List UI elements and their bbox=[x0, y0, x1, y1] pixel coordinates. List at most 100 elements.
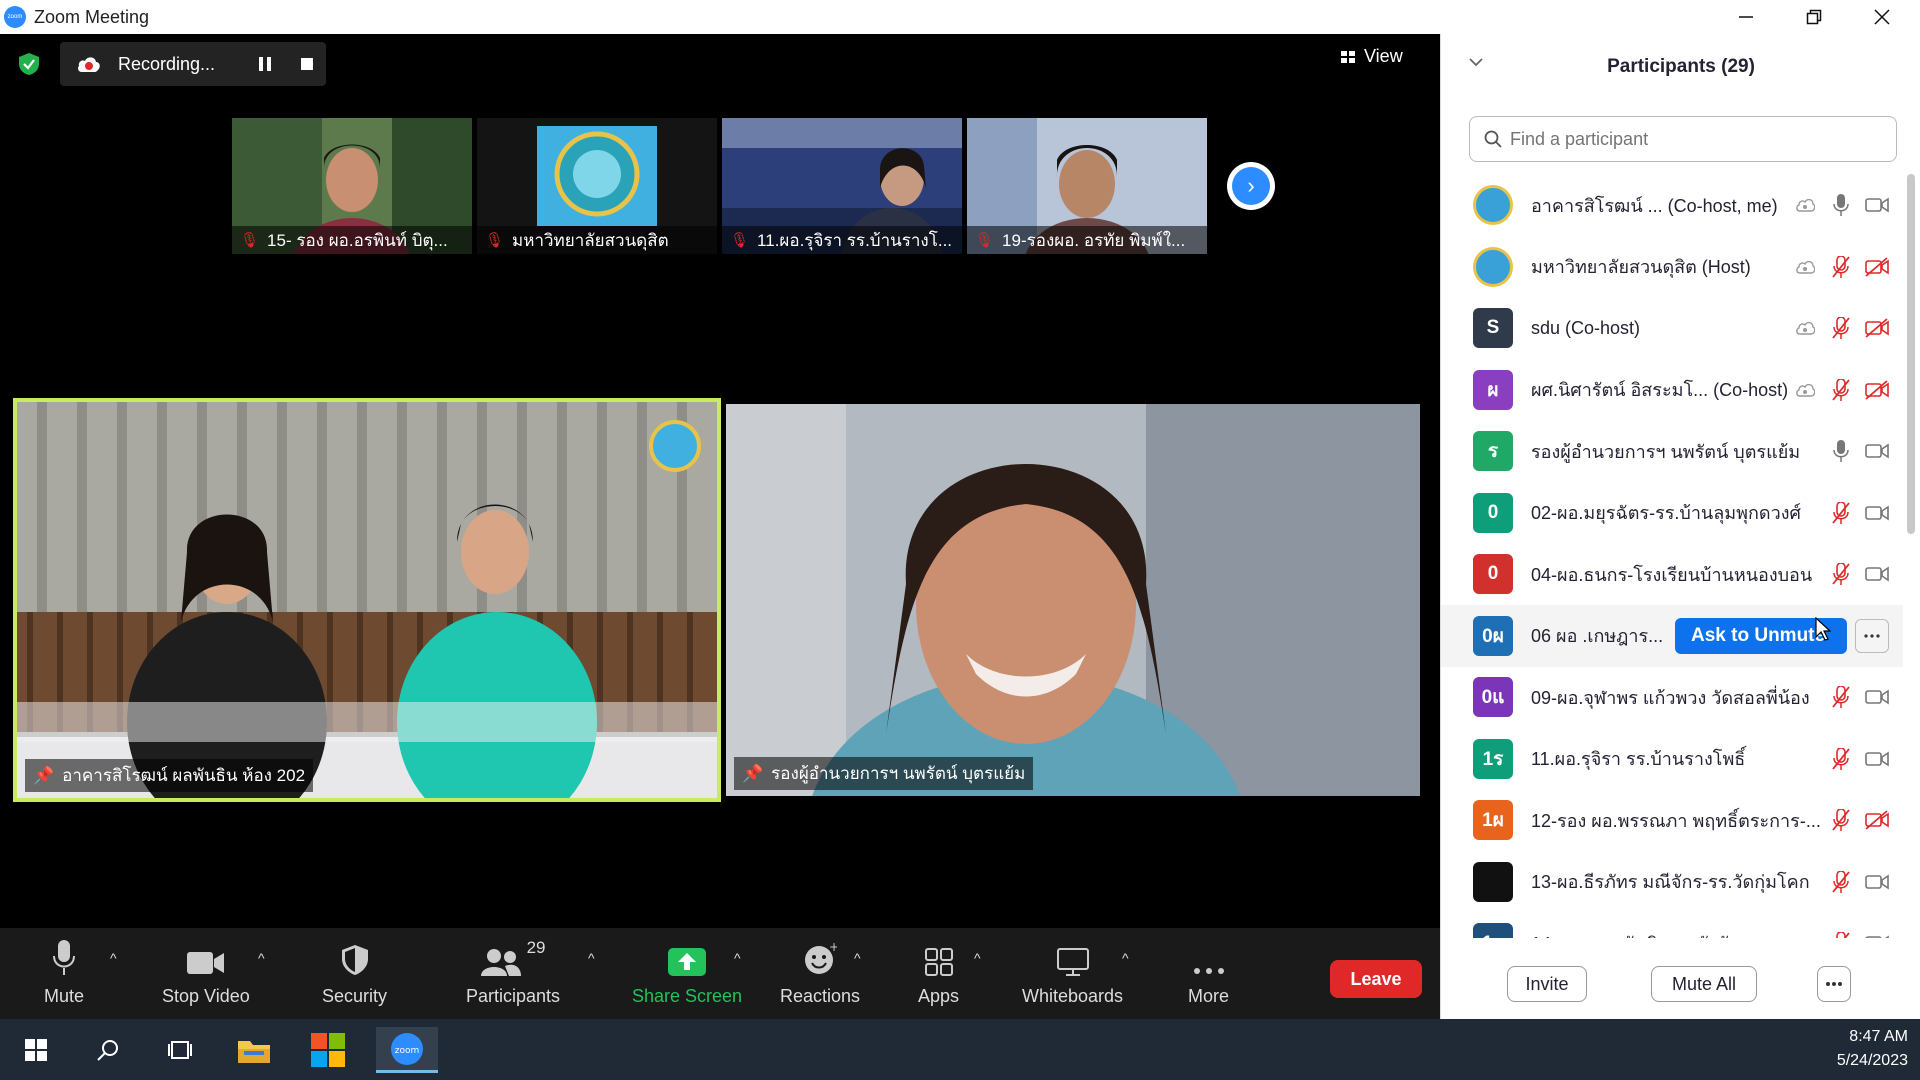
muted-mic-icon: 🎙 bbox=[975, 232, 995, 249]
participant-list-scrollbar[interactable] bbox=[1907, 174, 1915, 534]
stop-recording-button[interactable] bbox=[296, 53, 318, 75]
store-icon bbox=[311, 1033, 345, 1067]
video-thumbnail[interactable]: 🎙 11.ผอ.รุจิรา รร.บ้านรางโ... bbox=[722, 118, 962, 254]
participant-name: รองผู้อำนวยการฯ นพรัตน์ บุตรแย้ม bbox=[1531, 441, 1801, 462]
security-shield-icon bbox=[341, 945, 368, 975]
encryption-shield-icon[interactable] bbox=[18, 52, 40, 76]
participant-more-button[interactable] bbox=[1855, 618, 1889, 653]
folder-icon bbox=[238, 1041, 270, 1063]
video-options-caret[interactable]: ^ bbox=[258, 950, 265, 966]
muted-microphone-icon bbox=[1832, 501, 1850, 524]
participant-row[interactable]: Ssdu (Co-host) bbox=[1441, 297, 1903, 359]
participant-row[interactable]: 0 02-ผอ.มยุรฉัตร-รร.บ้านลุมพุกดวงศ์ bbox=[1441, 482, 1903, 544]
participant-row[interactable]: 13-ผอ.ธีรภัทร มณีจักร-รร.วัดกุ่มโคก bbox=[1441, 851, 1903, 913]
recording-bar: Recording... bbox=[60, 42, 326, 86]
stop-video-button[interactable]: Stop Video bbox=[162, 936, 250, 1007]
video-thumbnail[interactable]: 🎙 มหาวิทยาลัยสวนดุสิต bbox=[477, 118, 717, 254]
next-page-button[interactable]: › bbox=[1227, 162, 1275, 210]
whiteboards-options-caret[interactable]: ^ bbox=[1122, 950, 1129, 966]
reactions-button[interactable]: + Reactions bbox=[780, 936, 860, 1007]
cloud-recording-icon bbox=[1796, 260, 1815, 274]
system-clock[interactable]: 8:47 AM 5/24/2023 bbox=[1837, 1025, 1908, 1073]
active-speaker-video[interactable]: 📌 อาคารสิโรฒน์ ผลพันธิน ห้อง 202 bbox=[13, 398, 721, 802]
apps-icon bbox=[924, 948, 953, 976]
participant-avatar: 0 bbox=[1473, 554, 1513, 594]
view-button[interactable]: View bbox=[1340, 46, 1403, 67]
microphone-icon bbox=[1833, 194, 1849, 216]
participant-avatar: 1ผ bbox=[1473, 923, 1513, 938]
windows-start-button[interactable] bbox=[12, 1027, 60, 1073]
participant-avatar bbox=[1473, 246, 1513, 287]
participant-row[interactable]: 0ผ 06 ผอ .เกษฎาร... Ask to Unmute bbox=[1441, 604, 1903, 667]
video-name-label: 📌 รองผู้อำนวยการฯ นพรัตน์ บุตรแย้ม bbox=[734, 757, 1034, 790]
apps-options-caret[interactable]: ^ bbox=[974, 950, 981, 966]
muted-microphone-icon bbox=[1832, 870, 1850, 893]
participant-row[interactable]: ร รองผู้อำนวยการฯ นพรัตน์ บุตรแย้ม bbox=[1441, 420, 1903, 482]
participant-row[interactable]: 1ร 11.ผอ.รุจิรา รร.บ้านรางโพธิ์ bbox=[1441, 728, 1903, 790]
more-dots-icon bbox=[1864, 633, 1880, 638]
task-view-button[interactable] bbox=[156, 1027, 204, 1073]
share-screen-button[interactable]: Share Screen bbox=[632, 936, 742, 1007]
video-camera-icon bbox=[1865, 874, 1889, 889]
more-button[interactable]: More bbox=[1188, 936, 1229, 1007]
apps-button[interactable]: Apps bbox=[918, 936, 959, 1007]
cloud-recording-icon bbox=[78, 57, 100, 72]
search-input[interactable] bbox=[1510, 128, 1870, 150]
participant-row[interactable]: มหาวิทยาลัยสวนดุสิต (Host) bbox=[1441, 236, 1903, 298]
microsoft-store-button[interactable] bbox=[304, 1027, 352, 1073]
participant-row[interactable]: 1ผ 14 -รอง ผอ สันติภาพ บัววัฒนา -รร bbox=[1441, 912, 1903, 938]
mute-all-button[interactable]: Mute All bbox=[1651, 966, 1757, 1002]
more-dots-icon bbox=[1193, 968, 1224, 974]
participant-avatar: 0แ bbox=[1473, 677, 1513, 717]
panel-more-button[interactable] bbox=[1817, 966, 1851, 1002]
participant-row[interactable]: ผ ผศ.นิศารัตน์ อิสระมโ... (Co-host) bbox=[1441, 359, 1903, 421]
participants-title: Participants (29) bbox=[1607, 56, 1755, 77]
participant-row[interactable]: 0แ 09-ผอ.จุฬาพร แก้วพวง วัดสอลพี่น้อง bbox=[1441, 666, 1903, 728]
minimize-button[interactable] bbox=[1712, 0, 1780, 34]
security-button[interactable]: Security bbox=[322, 936, 387, 1007]
video-off-icon bbox=[1865, 318, 1889, 338]
participant-avatar: 0 bbox=[1473, 492, 1513, 533]
video-camera-icon bbox=[1865, 505, 1889, 520]
windows-taskbar: zoom 8:47 AM 5/24/2023 bbox=[0, 1019, 1920, 1080]
file-explorer-button[interactable] bbox=[230, 1027, 278, 1073]
participant-status-icons bbox=[1829, 747, 1889, 770]
participants-button[interactable]: 29 Participants bbox=[466, 936, 560, 1007]
reactions-options-caret[interactable]: ^ bbox=[854, 950, 861, 966]
close-button[interactable] bbox=[1848, 0, 1916, 34]
video-camera-icon bbox=[1865, 566, 1889, 582]
whiteboards-button[interactable]: Whiteboards bbox=[1022, 936, 1123, 1007]
close-icon bbox=[1874, 9, 1890, 25]
participant-video-tile[interactable]: 📌 รองผู้อำนวยการฯ นพรัตน์ บุตรแย้ม bbox=[726, 404, 1420, 796]
mute-options-caret[interactable]: ^ bbox=[110, 950, 117, 966]
video-thumbnail[interactable]: 🎙 15- รอง ผอ.อรพินท์ บิตุ... bbox=[232, 118, 472, 254]
participant-row[interactable]: อาคารสิโรฒน์ ... (Co-host, me) bbox=[1441, 174, 1903, 236]
invite-button[interactable]: Invite bbox=[1507, 966, 1587, 1002]
share-options-caret[interactable]: ^ bbox=[734, 950, 741, 966]
clock-date: 5/24/2023 bbox=[1836, 1052, 1908, 1069]
participant-row[interactable]: 1ผ 12-รอง ผอ.พรรณภา พฤทธิ์ตระการ-... bbox=[1441, 789, 1903, 851]
taskbar-search-button[interactable] bbox=[84, 1027, 132, 1073]
video-thumbnail[interactable]: 🎙 19-รองผอ. อรทัย พิมพ์ใ... bbox=[967, 118, 1207, 254]
pause-recording-button[interactable] bbox=[254, 53, 276, 75]
thumbnail-name-label: 🎙 มหาวิทยาลัยสวนดุสิต bbox=[477, 226, 717, 254]
participant-row[interactable]: 0 04-ผอ.ธนกร-โรงเรียนบ้านหนองบอน bbox=[1441, 543, 1903, 605]
recording-status: Recording... bbox=[118, 53, 216, 74]
video-camera-icon bbox=[1865, 443, 1889, 459]
muted-microphone-icon bbox=[1832, 809, 1850, 831]
mouse-cursor-icon bbox=[1815, 616, 1832, 646]
participants-options-caret[interactable]: ^ bbox=[588, 950, 595, 966]
mute-button[interactable]: Mute bbox=[44, 936, 84, 1007]
restore-button[interactable] bbox=[1780, 0, 1848, 34]
participant-search[interactable] bbox=[1469, 116, 1897, 162]
participant-status-icons bbox=[1793, 194, 1889, 216]
leave-button[interactable]: Leave bbox=[1330, 960, 1422, 998]
video-camera-icon bbox=[1865, 689, 1889, 705]
zoom-logo-icon: zoom bbox=[4, 6, 26, 28]
zoom-taskbar-button[interactable]: zoom bbox=[376, 1027, 438, 1073]
video-off-icon bbox=[1865, 810, 1889, 830]
grid-view-icon bbox=[1341, 50, 1355, 63]
participant-avatar bbox=[1473, 185, 1513, 225]
video-off-icon bbox=[1865, 256, 1889, 277]
panel-footer: Invite Mute All bbox=[1441, 938, 1920, 1019]
